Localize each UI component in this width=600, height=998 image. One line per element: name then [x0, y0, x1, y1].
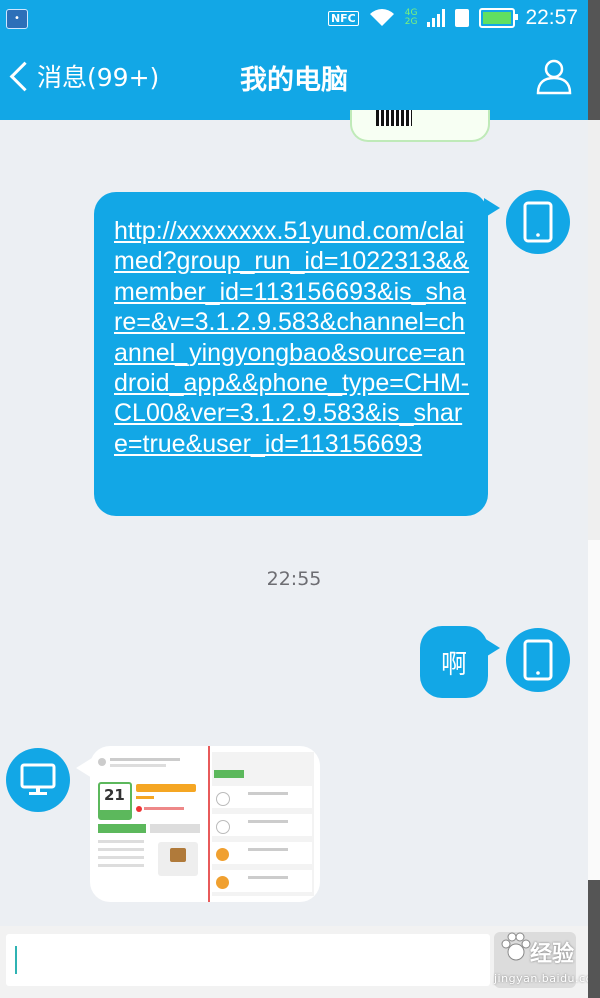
message-timestamp: 22:55 — [266, 568, 322, 590]
text-caret — [15, 946, 17, 974]
thumbnail-divider — [208, 746, 210, 902]
previous-message-card[interactable] — [350, 110, 490, 142]
watermark-brand: 经验 — [530, 942, 575, 967]
watermark-url: jingyan.baidu.com — [494, 972, 600, 985]
message-text: 啊 — [440, 649, 467, 680]
message-link[interactable]: http://xxxxxxxx.51yund.com/claimed?group… — [114, 216, 470, 459]
phone-icon — [523, 201, 553, 243]
message-image[interactable]: 21 — [90, 746, 320, 902]
status-bar: • NFC 4G 2G 22:57 — [0, 0, 588, 36]
watermark: 经验 jingyan.baidu.com — [494, 928, 600, 998]
computer-icon — [20, 763, 56, 795]
message-bubble-link[interactable]: http://xxxxxxxx.51yund.com/claimed?group… — [94, 192, 488, 516]
qr-code-thumbnail — [376, 110, 412, 126]
sim-icon — [455, 9, 470, 27]
signal-icon — [427, 9, 446, 27]
message-input[interactable] — [6, 934, 490, 986]
status-time: 22:57 — [525, 6, 578, 29]
image-thumbnail-left: 21 — [96, 752, 206, 896]
wifi-icon — [369, 9, 394, 26]
page-title: 我的电脑 — [240, 65, 348, 96]
paw-logo-icon — [501, 932, 531, 961]
chat-area[interactable]: http://xxxxxxxx.51yund.com/claimed?group… — [0, 110, 588, 926]
calendar-day: 21 — [104, 786, 125, 804]
background-window-edge — [588, 0, 600, 998]
avatar-phone[interactable] — [506, 628, 570, 692]
bubble-tail — [484, 198, 500, 218]
message-bubble-text[interactable]: 啊 — [420, 626, 488, 698]
notification-app-icon: • — [6, 9, 28, 29]
phone-icon — [523, 639, 553, 681]
network-type: 4G 2G — [404, 8, 418, 27]
battery-icon — [479, 8, 519, 28]
profile-icon[interactable] — [534, 56, 574, 96]
title-bar: 消息(99+) 我的电脑 — [0, 36, 588, 120]
avatar-computer[interactable] — [6, 748, 70, 812]
avatar-phone[interactable] — [506, 190, 570, 254]
bubble-tail — [484, 638, 500, 658]
nfc-icon: NFC — [327, 10, 359, 26]
status-icons: NFC 4G 2G 22:57 — [327, 4, 578, 32]
image-thumbnail-right — [212, 752, 314, 896]
